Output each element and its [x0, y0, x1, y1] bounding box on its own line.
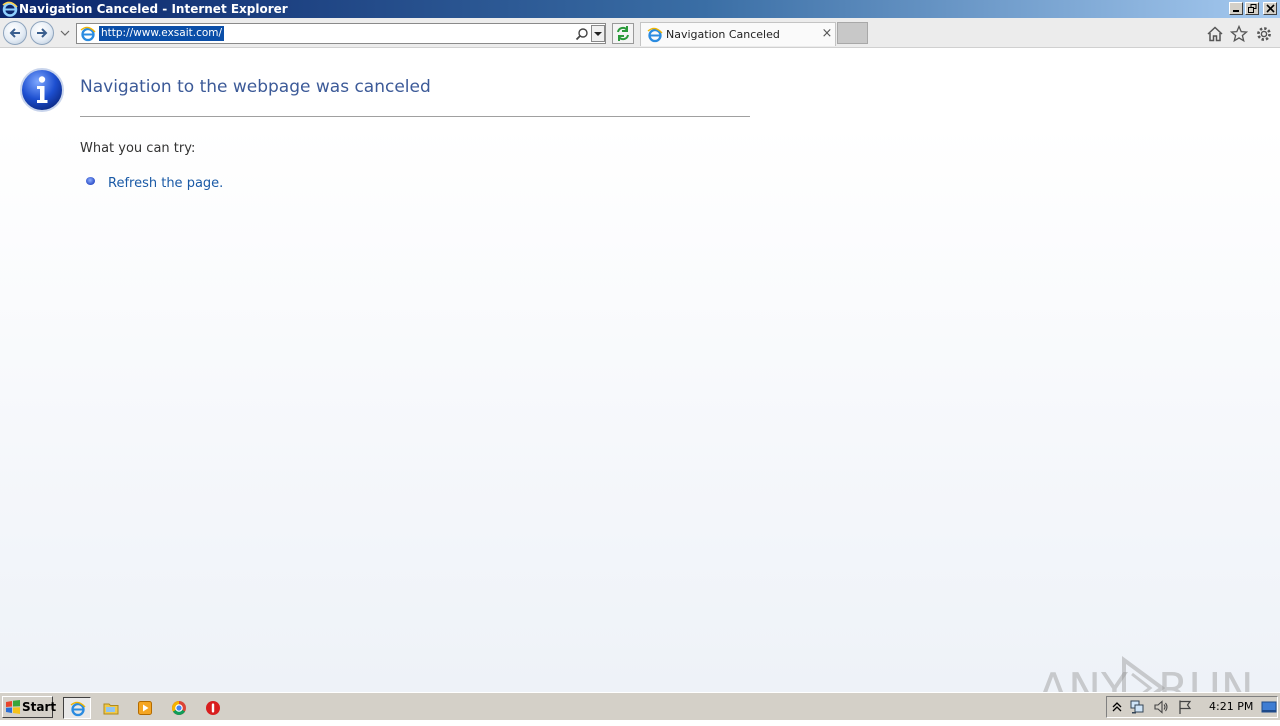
chrome-icon [172, 701, 186, 715]
taskbar-media-player[interactable] [131, 697, 159, 719]
history-dropdown-icon[interactable] [59, 27, 71, 39]
refresh-button[interactable] [612, 23, 634, 44]
media-player-icon [138, 701, 152, 715]
info-icon [20, 68, 64, 112]
taskbar-chrome[interactable] [165, 697, 193, 719]
ie-icon [2, 1, 18, 17]
taskbar-stop-app[interactable] [199, 697, 227, 719]
close-icon [1266, 4, 1275, 13]
new-tab-button[interactable] [837, 22, 868, 44]
volume-icon[interactable] [1153, 699, 1169, 715]
folder-icon [103, 703, 119, 715]
settings-gear-icon[interactable] [1255, 25, 1273, 43]
stop-icon [206, 701, 220, 715]
title-bar: Navigation Canceled - Internet Explorer [0, 0, 1280, 18]
back-button[interactable] [3, 21, 27, 45]
address-bar[interactable]: http://www.exsait.com/ [76, 23, 606, 44]
bullet-icon [86, 177, 95, 185]
address-dropdown-button[interactable] [591, 25, 605, 42]
divider [80, 116, 750, 117]
window-title: Navigation Canceled - Internet Explorer [19, 2, 288, 16]
ie-icon [80, 26, 96, 42]
page-title: Navigation to the webpage was canceled [80, 77, 431, 97]
forward-icon [37, 28, 48, 38]
search-icon[interactable] [575, 27, 589, 41]
tab-close-button[interactable]: × [821, 27, 833, 41]
minimize-icon [1233, 10, 1239, 12]
navigation-bar: http://www.exsait.com/ Navigation Cancel… [0, 18, 1280, 48]
page-content: Navigation to the webpage was canceled W… [0, 48, 1280, 720]
minimize-button[interactable] [1229, 2, 1243, 15]
chevron-down-icon [594, 32, 602, 36]
address-input[interactable]: http://www.exsait.com/ [99, 26, 225, 41]
taskbar-file-explorer[interactable] [97, 697, 125, 719]
suggestions-label: What you can try: [80, 141, 196, 156]
windows-flag-icon [6, 700, 20, 714]
start-label: Start [22, 700, 57, 714]
refresh-page-link[interactable]: Refresh the page. [108, 176, 223, 191]
home-icon[interactable] [1206, 25, 1224, 43]
ie-icon [70, 701, 86, 717]
taskbar: Start 4:21 PM [0, 692, 1280, 720]
action-flag-icon[interactable] [1177, 699, 1193, 715]
favorites-star-icon[interactable] [1230, 25, 1248, 43]
close-window-button[interactable] [1263, 2, 1277, 15]
tab-label: Navigation Canceled [666, 28, 780, 41]
back-icon [9, 28, 20, 38]
forward-button[interactable] [30, 21, 54, 45]
network-icon[interactable] [1129, 699, 1145, 715]
restore-icon [1248, 4, 1257, 13]
restore-button[interactable] [1245, 2, 1259, 15]
system-tray: 4:21 PM [1106, 696, 1278, 718]
show-hidden-icons-icon[interactable] [1109, 699, 1125, 715]
show-desktop-icon[interactable] [1261, 699, 1277, 715]
taskbar-internet-explorer[interactable] [63, 697, 91, 719]
system-clock[interactable]: 4:21 PM [1209, 700, 1253, 713]
start-button[interactable]: Start [2, 696, 57, 718]
tab-navigation-canceled[interactable]: Navigation Canceled × [640, 22, 836, 46]
refresh-icon [617, 26, 629, 41]
ie-icon [647, 27, 663, 43]
